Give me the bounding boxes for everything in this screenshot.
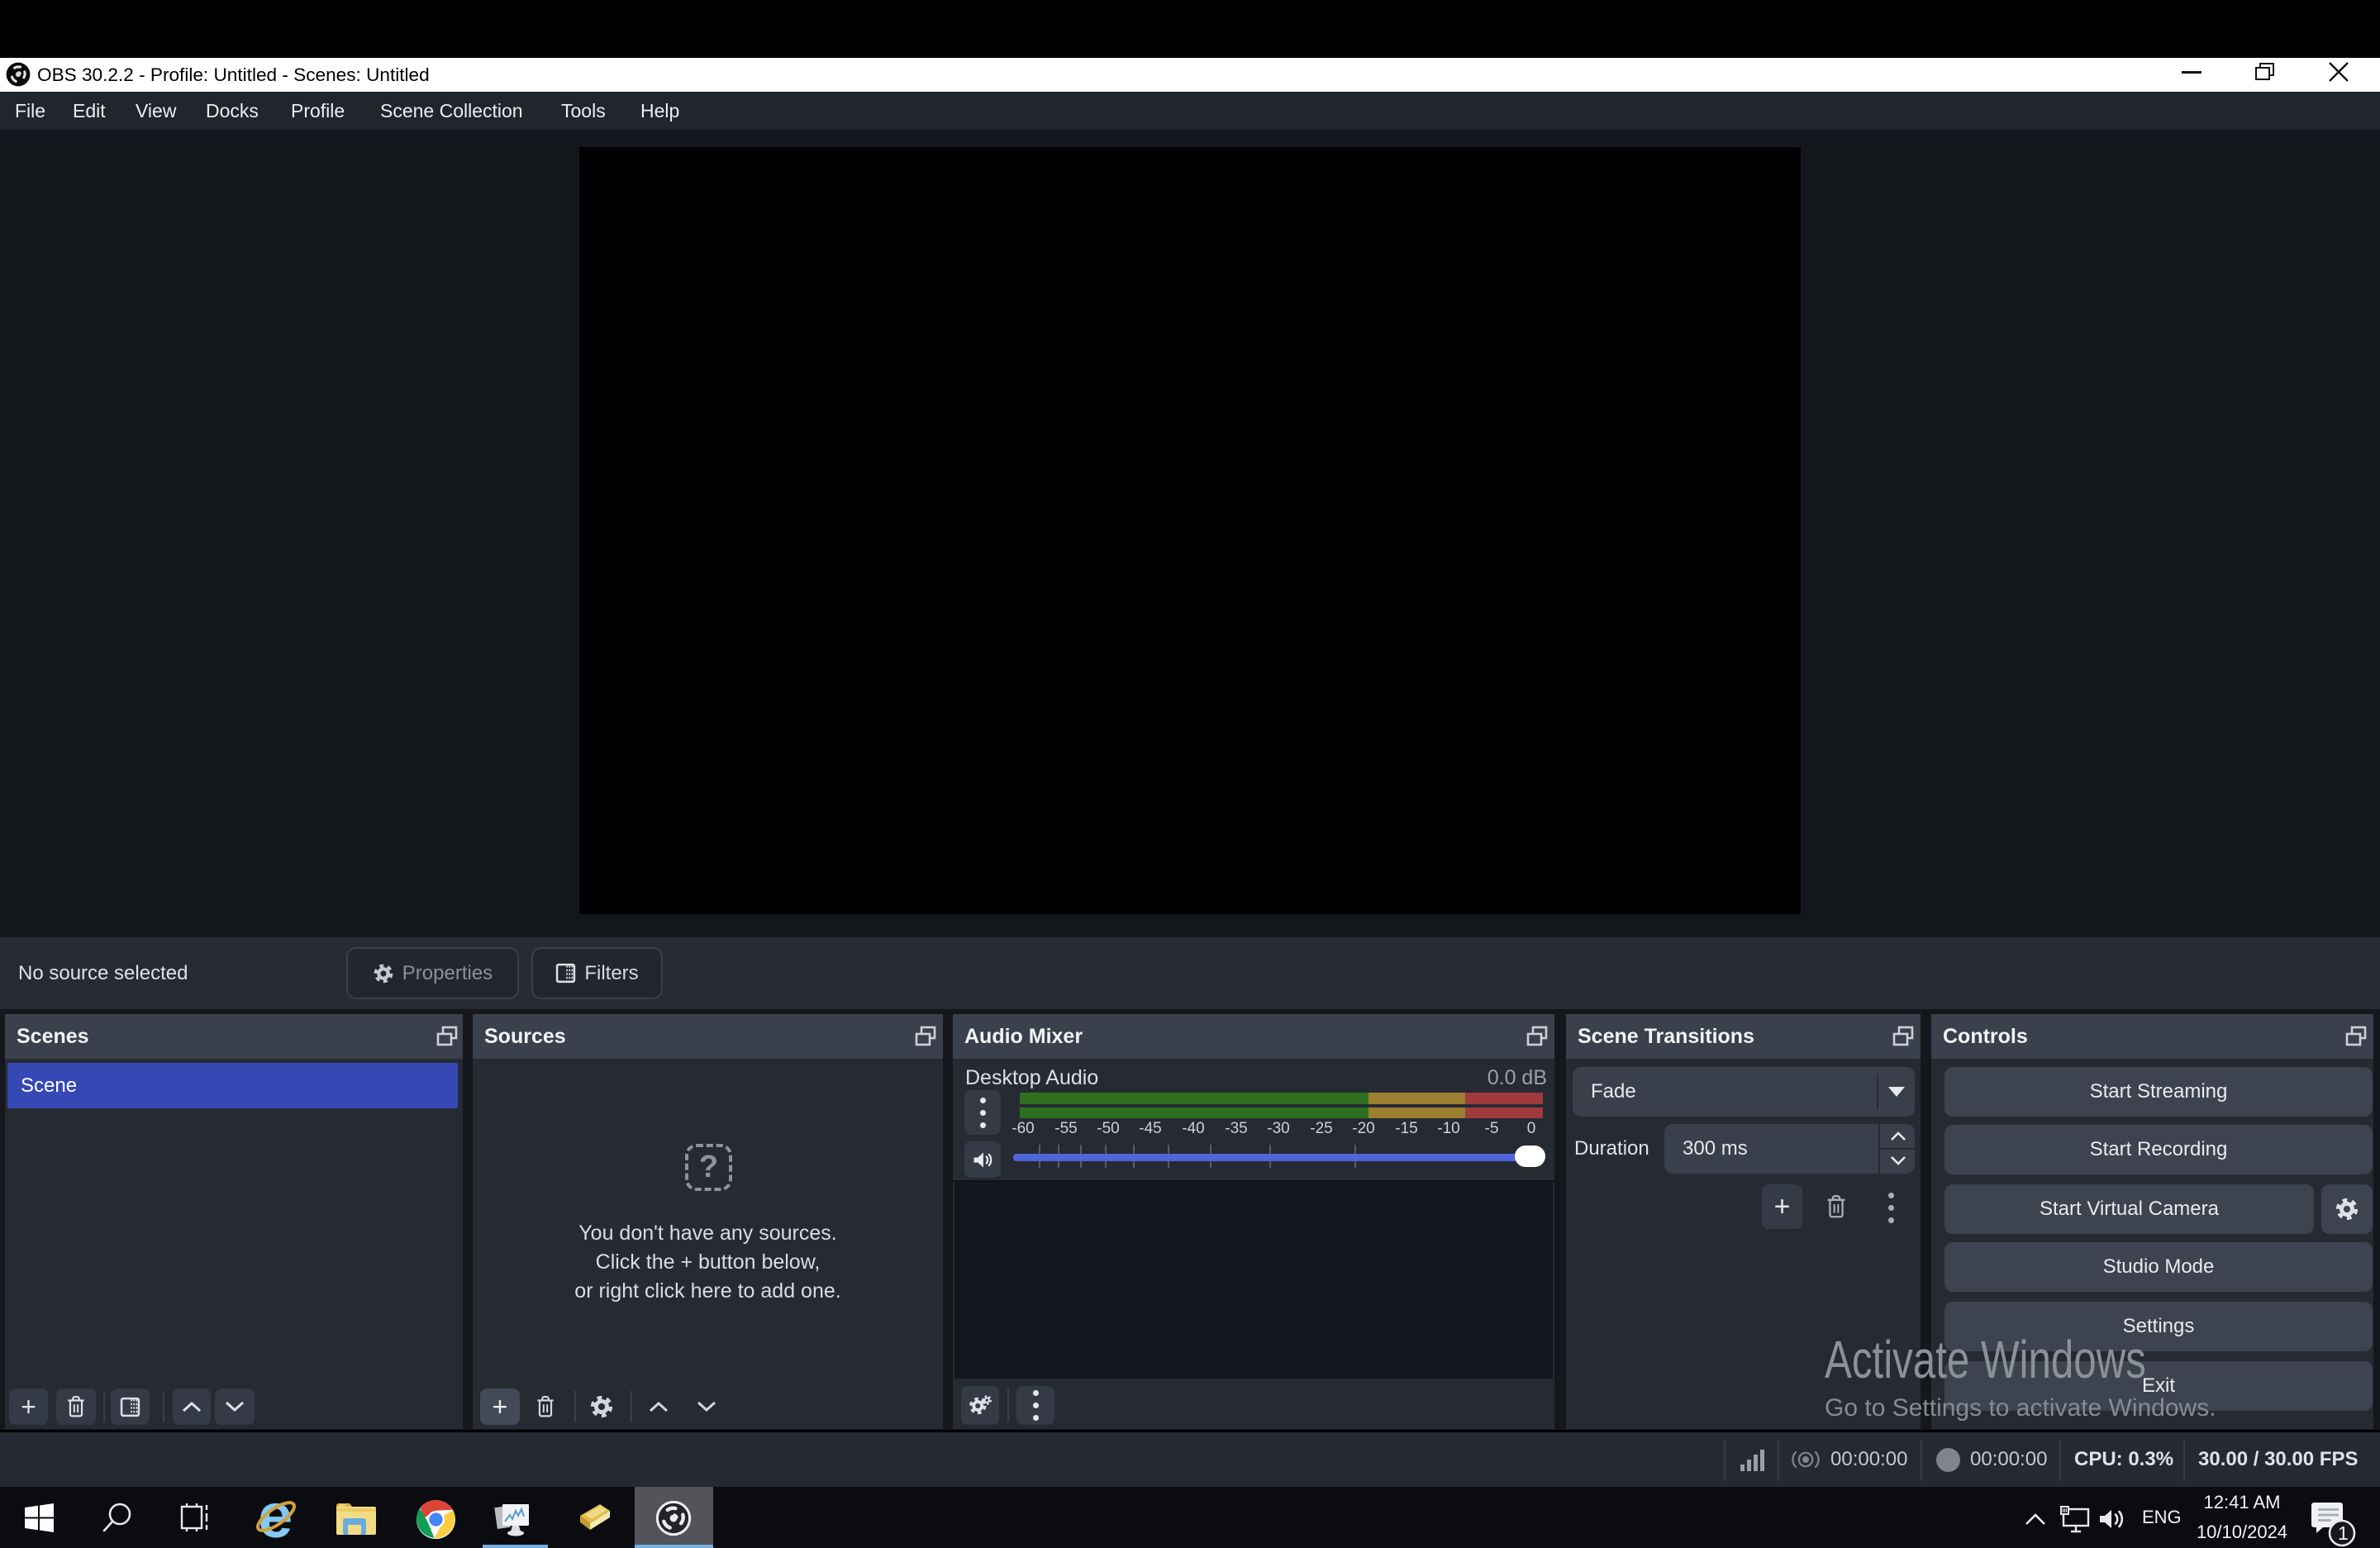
svg-text:1: 1 (2338, 1522, 2349, 1544)
